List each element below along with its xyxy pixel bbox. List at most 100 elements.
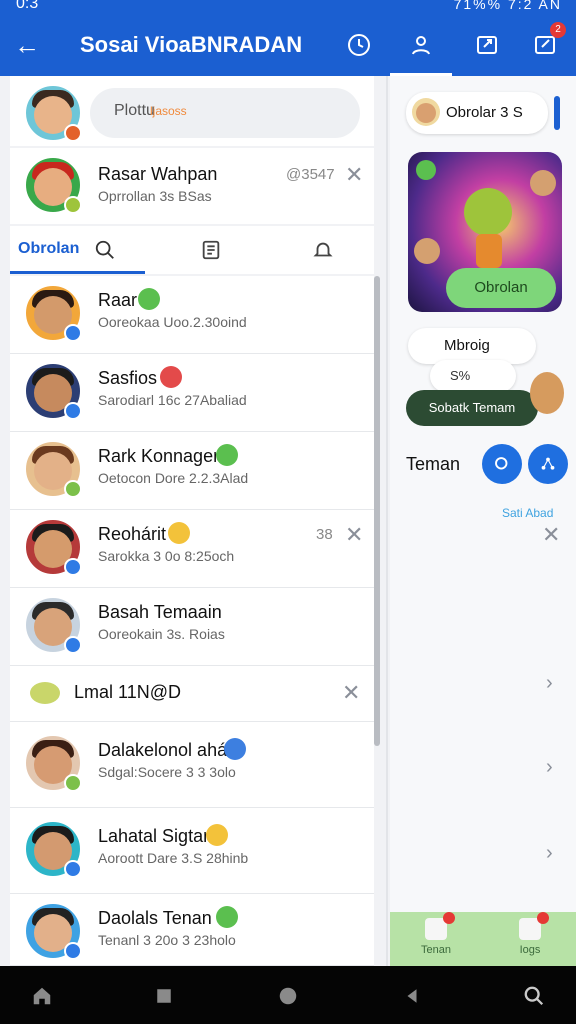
chat-search-icon[interactable]: [482, 444, 522, 484]
contact-sub: Sarodiarl 16c 27Abaliad: [98, 392, 247, 408]
timer-icon[interactable]: [344, 30, 374, 60]
group-icon: [30, 682, 60, 704]
emoji-icon: [160, 366, 182, 388]
mini-card[interactable]: Mbroig: [408, 328, 536, 364]
friends-icon: [425, 912, 455, 940]
search-icon[interactable]: [518, 980, 550, 1012]
avatar: [530, 170, 556, 196]
conversation-row[interactable]: Daolals Tenan Tenanl 3 20o 3 23holo: [10, 894, 374, 966]
character-body: [476, 234, 502, 268]
pinned-contact[interactable]: Rasar Wahpan Oprrollan 3s BSas @3547 ✕: [10, 148, 374, 224]
tab-indicator: [10, 271, 145, 274]
see-all-link[interactable]: Sati Abad: [502, 506, 553, 520]
side-tab-friends[interactable]: Tenan: [406, 912, 466, 956]
tab-chats[interactable]: Obrolan: [18, 240, 79, 258]
recents-icon[interactable]: [148, 980, 180, 1012]
contact-name: Rark Konnagen: [98, 446, 224, 466]
contact-sub: Aoroott Dare 3.S 28hinb: [98, 850, 249, 866]
character-icon: [464, 188, 512, 236]
side-tab-logs[interactable]: Iogs: [500, 912, 560, 956]
search-row: Plottu ljasoss: [10, 76, 374, 146]
close-icon[interactable]: ✕: [342, 680, 360, 706]
scrollbar[interactable]: [374, 276, 380, 746]
chat-pill-label: Obrolar 3 S: [446, 104, 523, 121]
conversation-row[interactable]: Sasfios Sarodiarl 16c 27Abaliad: [10, 354, 374, 432]
contact-name: Raar: [98, 290, 138, 310]
chat-list-panel: Plottu ljasoss Rasar Wahpan Oprrollan 3s…: [10, 76, 380, 966]
emoji-icon: [138, 288, 160, 310]
contact-sub: Oetocon Dore 2.2.3Alad: [98, 470, 249, 486]
avatar: [530, 372, 564, 414]
close-icon[interactable]: ✕: [345, 522, 363, 548]
conversation-row[interactable]: Dalakelonol ahá Sdgal:Socere 3 3 3olo: [10, 722, 374, 808]
conversation-list: Raar Ooreokaa Uoo.2.30oind Sasfios Sarod…: [10, 276, 374, 966]
contact-name: Rasar Wahpan: [98, 164, 218, 184]
share-icon[interactable]: [472, 30, 502, 60]
search-text: Plottu: [114, 102, 155, 119]
home-icon[interactable]: [26, 980, 58, 1012]
close-icon[interactable]: ✕: [345, 162, 363, 188]
group-name: Lmal 11N@D: [74, 682, 181, 702]
contact-sub: Oprrollan 3s BSas: [98, 188, 212, 204]
chevron-right-icon[interactable]: ›: [546, 756, 553, 779]
contact-sub: Sarokka 3 0o 8:25och: [98, 548, 235, 564]
emoji-icon: [168, 522, 190, 544]
emoji-icon: [224, 738, 246, 760]
chevron-right-icon[interactable]: ›: [546, 672, 553, 695]
notification-icon[interactable]: 2: [530, 22, 566, 60]
game-chat-button[interactable]: Obrolan: [446, 268, 556, 308]
search-icon[interactable]: [90, 236, 120, 264]
contact-meta: @3547: [286, 166, 335, 183]
contact-sub: Tenanl 3 20o 3 23holo: [98, 932, 236, 948]
status-dot-icon: [64, 124, 82, 142]
emoji-icon: [216, 444, 238, 466]
back-triangle-icon[interactable]: [396, 980, 428, 1012]
conversation-row[interactable]: Reohárit Sarokka 3 0o 8:25och 38 ✕: [10, 510, 374, 588]
notification-badge: 2: [550, 22, 566, 38]
my-avatar[interactable]: [24, 84, 82, 142]
document-icon[interactable]: [196, 236, 226, 264]
network-icon[interactable]: [528, 444, 568, 484]
contact-name: Reohárit: [98, 524, 167, 544]
side-tab-friends-label: Tenan: [421, 944, 451, 956]
conversation-row[interactable]: Basah Temaain Ooreokain 3s. Roias: [10, 588, 374, 666]
panel-divider: [386, 76, 388, 966]
close-icon[interactable]: ✕: [542, 522, 560, 548]
friends-label: Teman: [406, 454, 461, 474]
emoji-icon: [216, 906, 238, 928]
contact-sub: Sdgal:Socere 3 3 3olo: [98, 764, 236, 780]
mini-card-title: Mbroig: [444, 337, 490, 354]
conversation-row[interactable]: Rark Konnagen Oetocon Dore 2.2.3Alad: [10, 432, 374, 510]
bell-icon[interactable]: [308, 236, 338, 264]
side-tab-logs-label: Iogs: [519, 944, 541, 956]
home-circle-icon[interactable]: [272, 980, 304, 1012]
side-panel: Obrolar 3 S Obrolan Mbroig S% Sobatk Tem…: [390, 76, 576, 966]
contact-name: Lahatal Sigtan: [98, 826, 214, 846]
group-header-row[interactable]: Lmal 11N@D ✕: [10, 666, 374, 722]
avatar: [414, 238, 440, 264]
status-bar: 0:3 71%% 7:2 AN: [0, 0, 576, 14]
mini-card-value-pill: S%: [430, 360, 516, 392]
app-bar: ← Sosai VioaBNRADAN 2: [0, 14, 576, 76]
profile-icon[interactable]: [390, 30, 452, 76]
status-icon: [416, 160, 436, 180]
back-arrow-icon[interactable]: ←: [12, 30, 42, 60]
contact-name: Daolals Tenan: [98, 908, 212, 928]
avatar: [24, 156, 82, 214]
add-friend-button[interactable]: Sobatk Temam: [406, 390, 538, 426]
chat-pill[interactable]: Obrolar 3 S: [406, 92, 548, 134]
contact-name: Dalakelonol ahá: [98, 740, 228, 760]
status-time: 0:3: [16, 0, 39, 12]
logs-icon: [519, 912, 549, 940]
side-bottom-bar: Tenan Iogs: [390, 912, 576, 966]
tab-bar: Obrolan: [10, 226, 374, 274]
avatar: [412, 98, 440, 126]
search-input[interactable]: Plottu ljasoss: [90, 88, 360, 138]
conversation-row[interactable]: Lahatal Sigtan Aoroott Dare 3.S 28hinb: [10, 808, 374, 894]
contact-name: Sasfios: [98, 368, 158, 388]
contact-sub: Ooreokain 3s. Roias: [98, 626, 225, 642]
conversation-row[interactable]: Raar Ooreokaa Uoo.2.30oind: [10, 276, 374, 354]
chevron-right-icon[interactable]: ›: [546, 842, 553, 865]
app-title: Sosai VioaBNRADAN: [80, 32, 303, 57]
status-icons: 71%% 7:2 AN: [453, 0, 562, 12]
